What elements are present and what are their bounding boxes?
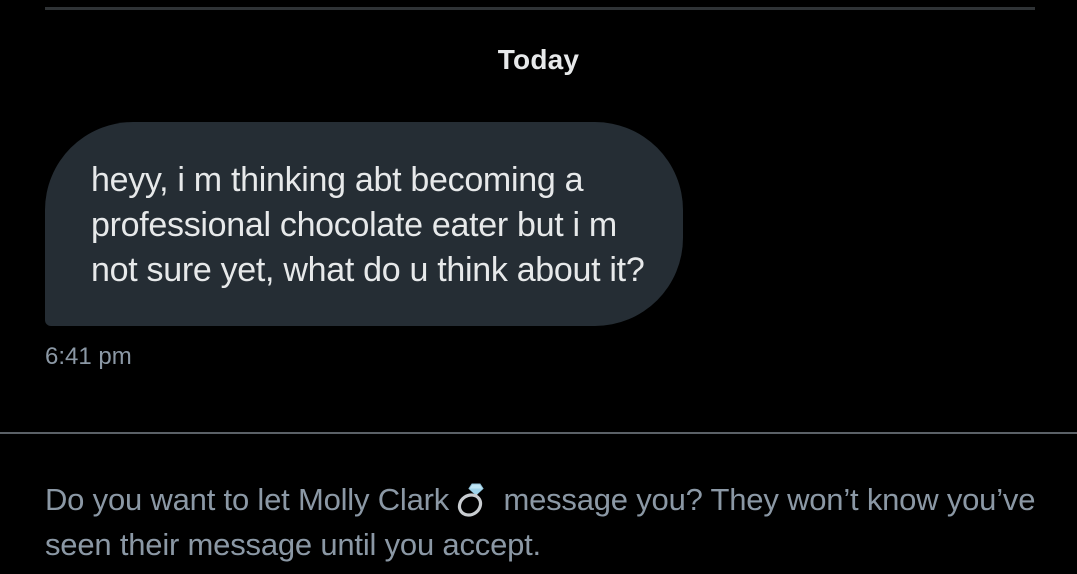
top-divider — [45, 7, 1035, 10]
dm-conversation-screen: Today heyy, i m thinking abt becoming a … — [0, 0, 1077, 574]
section-divider — [0, 432, 1077, 434]
message-bubble[interactable]: heyy, i m thinking abt becoming a profes… — [45, 122, 683, 326]
date-separator: Today — [497, 44, 580, 75]
message-text: heyy, i m thinking abt becoming a profes… — [91, 161, 645, 289]
request-text-before: Do you want to let — [45, 482, 298, 517]
ring-icon — [455, 481, 489, 517]
message-timestamp: 6:41 pm — [45, 343, 132, 370]
sender-name: Molly Clark — [297, 482, 450, 517]
message-request-prompt: Do you want to let Molly Clark message y… — [45, 477, 1045, 567]
